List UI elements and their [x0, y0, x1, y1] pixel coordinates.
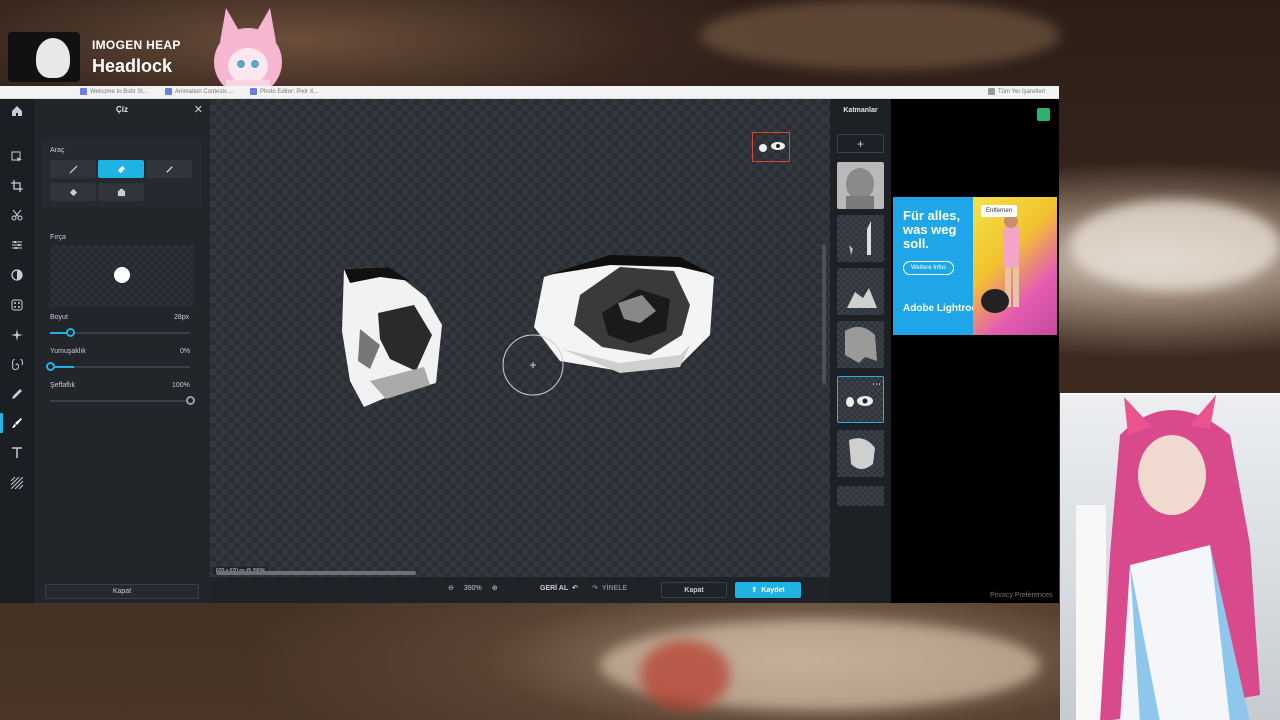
bookmark-2[interactable]: Animation Contests ... — [165, 88, 234, 95]
effects-icon[interactable] — [7, 295, 27, 315]
brush-preview — [50, 245, 194, 307]
stamp-tool-button[interactable] — [98, 183, 144, 201]
softness-slider-knob[interactable] — [46, 362, 55, 371]
ad-remove-button[interactable]: Entfernen — [981, 205, 1018, 217]
photo-editor: Çiz ✕ Araç Fırça Boyut 28px Yumuşaklık 0… — [0, 99, 891, 603]
zoom-out-icon[interactable]: ⊖ — [448, 584, 454, 592]
image-canvas[interactable]: 620 x 620 px @ 390% — [210, 99, 830, 577]
redo-button[interactable]: ↷ YİNELE — [592, 584, 627, 593]
tool-section-label: Araç — [50, 147, 65, 154]
bookmark-1[interactable]: Welcome to Bsbr St... — [80, 88, 148, 95]
liquify-icon[interactable] — [7, 355, 27, 375]
home-icon[interactable] — [7, 101, 27, 121]
sidebar-blank — [891, 99, 1059, 603]
softness-slider[interactable] — [46, 362, 190, 371]
cutout-icon[interactable] — [7, 205, 27, 225]
draw-icon[interactable] — [7, 384, 27, 404]
brush-tool-button[interactable] — [146, 160, 192, 178]
crop-icon[interactable] — [7, 176, 27, 196]
vertical-scrollbar[interactable] — [822, 244, 826, 384]
layer-thumbnail-active[interactable]: ⋯ — [837, 376, 884, 423]
size-slider[interactable] — [50, 328, 190, 337]
song-title: Headlock — [92, 56, 173, 76]
panel-title: Çiz — [116, 105, 128, 114]
pencil-tool-button[interactable] — [50, 160, 96, 178]
zoom-level: 390% — [463, 584, 482, 592]
browser-bookmarks-bar: Welcome to Bsbr St... Animation Contests… — [0, 86, 1059, 99]
undo-button[interactable]: GERİ AL ↶ — [540, 584, 579, 593]
opacity-label: Şeffaflık — [50, 382, 76, 389]
layer-thumbnail[interactable] — [837, 215, 884, 262]
layers-title: Katmanlar — [843, 107, 878, 114]
tool-section: Araç — [42, 139, 202, 207]
select-icon[interactable] — [7, 147, 27, 167]
close-button[interactable]: Kapat — [661, 582, 727, 598]
layer-thumbnail[interactable] — [837, 321, 884, 368]
softness-value: 0% — [180, 348, 191, 355]
privacy-preferences-link[interactable]: Privacy Preferences — [990, 592, 1053, 599]
webcam-overlay — [1060, 393, 1280, 720]
eraser-tool-button[interactable] — [98, 160, 144, 178]
bottom-toolbar: ⊖ 390% ⊕ GERİ AL ↶ ↷ YİNELE Kapat ⇪ Kaydet — [210, 577, 830, 603]
size-slider-knob[interactable] — [65, 328, 75, 337]
zoom-in-icon[interactable]: ⊕ — [492, 584, 498, 592]
adjust-icon[interactable] — [7, 235, 27, 255]
softness-label: Yumuşaklık — [50, 348, 86, 355]
panel-close-button[interactable]: Kapat — [45, 584, 199, 599]
layer-thumbnail[interactable] — [837, 430, 884, 477]
navigator-thumbnail[interactable] — [752, 132, 790, 162]
redo-icon: ↷ — [592, 585, 598, 592]
extension-icon[interactable] — [1037, 108, 1050, 121]
undo-icon: ↶ — [572, 585, 579, 592]
brush-dot — [114, 267, 130, 283]
horizontal-scrollbar[interactable] — [216, 571, 416, 575]
opacity-value: 100% — [172, 382, 190, 389]
close-icon[interactable]: ✕ — [194, 103, 203, 116]
ad-photo — [973, 197, 1057, 335]
opacity-slider-knob[interactable] — [186, 396, 195, 405]
draw-panel: Çiz ✕ Araç Fırça Boyut 28px Yumuşaklık 0… — [34, 99, 210, 603]
bookmark-3[interactable]: Photo Editor: Pixlr X... — [250, 88, 319, 95]
retouch-icon[interactable] — [7, 325, 27, 345]
save-button[interactable]: ⇪ Kaydet — [735, 582, 801, 598]
all-bookmarks[interactable]: Tüm Yer İşaretleri — [988, 88, 1045, 95]
ad-cta-button[interactable]: Weitere Infos — [903, 261, 955, 275]
size-label: Boyut — [50, 314, 68, 321]
brush-icon[interactable] — [0, 413, 27, 433]
layer-thumbnail[interactable] — [837, 486, 884, 506]
layer-thumbnail[interactable] — [837, 268, 884, 315]
text-icon[interactable] — [7, 443, 27, 463]
opacity-slider[interactable] — [50, 396, 195, 405]
layer-thumbnail[interactable] — [837, 162, 884, 209]
now-playing-overlay: IMOGEN HEAP Headlock — [8, 8, 288, 102]
artist-name: IMOGEN HEAP — [92, 38, 181, 52]
zoom-control: ⊖ 390% ⊕ — [448, 584, 498, 593]
filter-icon[interactable] — [7, 265, 27, 285]
layers-panel: Katmanlar + ⋯ — [830, 99, 891, 603]
ad-headline: Für alles, was weg soll. — [903, 208, 961, 251]
svg-text:⋯: ⋯ — [872, 380, 881, 390]
add-layer-button[interactable]: + — [837, 134, 884, 153]
tool-strip — [0, 99, 34, 603]
save-icon: ⇪ — [751, 587, 758, 594]
advertisement[interactable]: Für alles, was weg soll. Weitere Infos A… — [893, 197, 1057, 335]
pattern-icon[interactable] — [7, 473, 27, 493]
fill-tool-button[interactable] — [50, 183, 96, 201]
brush-section-label: Fırça — [50, 234, 66, 241]
eye-artwork — [342, 255, 714, 407]
size-value: 28px — [174, 314, 190, 321]
album-cover — [8, 32, 80, 82]
